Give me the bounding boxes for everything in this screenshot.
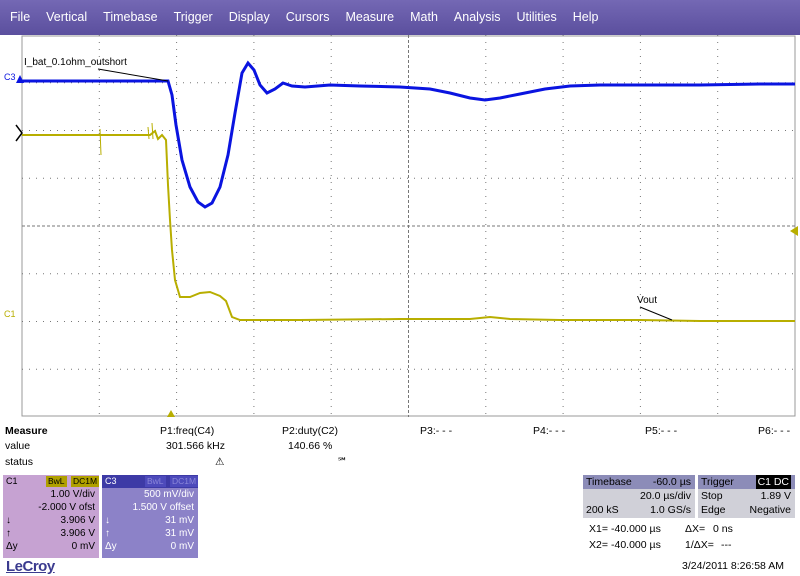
c3-dy-label: Δy	[105, 541, 117, 552]
cursor-x1-label: X1=	[589, 523, 608, 535]
waveform-display[interactable]: I_bat_0.1ohm_outshort Vout C3 C1	[0, 35, 800, 417]
c1-up-label: ↑	[6, 528, 11, 539]
c3-vdiv: 500 mV/div	[143, 489, 194, 500]
menu-trigger[interactable]: Trigger	[166, 0, 221, 35]
channel-c1-box[interactable]: C1 BwL DC1M 1.00 V/div -2.000 V ofst ↓ 3.…	[3, 475, 100, 558]
status-label: status	[5, 456, 34, 468]
c1-coupling-badge: DC1M	[71, 476, 100, 487]
menu-cursors[interactable]: Cursors	[278, 0, 338, 35]
value-label: value	[5, 440, 31, 452]
cursor-x2-label: X2=	[589, 539, 608, 551]
c1-offset: -2.000 V ofst	[38, 502, 95, 513]
measure-p1-status: ⚠	[215, 456, 225, 468]
measure-p6-name[interactable]: P6:- - -	[758, 425, 790, 437]
c1-down-label: ↓	[6, 515, 11, 526]
cursor-dx-label: ΔX=	[685, 523, 706, 535]
measure-status-row: status ⚠ ℠	[0, 456, 800, 471]
c1-dy-label: Δy	[6, 541, 18, 552]
menu-utilities[interactable]: Utilities	[508, 0, 564, 35]
menu-analysis[interactable]: Analysis	[446, 0, 509, 35]
cursor-inv-dx-label: 1/ΔX=	[685, 539, 714, 551]
cursor-x1-value: -40.000 µs	[611, 523, 661, 535]
trigger-time-marker	[167, 410, 175, 417]
vout-label: Vout	[637, 295, 657, 306]
oscilloscope-app: File Vertical Timebase Trigger Display Cursor…	[0, 0, 800, 576]
c3-coupling-badge: DC1M	[170, 476, 199, 487]
trigger-level: 1.89 V	[760, 490, 791, 502]
timebase-tdiv: 20.0 µs/div	[640, 490, 691, 502]
timebase-title: Timebase	[586, 476, 632, 488]
c3-marker: C3	[4, 72, 16, 82]
trigger-level-marker	[790, 226, 798, 236]
c3-up-value: 31 mV	[165, 528, 194, 539]
c1-marker: C1	[4, 309, 16, 319]
c1-up-value: 3.906 V	[60, 528, 95, 539]
graticule	[21, 35, 796, 417]
channel-c3-box[interactable]: C3 BwL DC1M 500 mV/div 1.500 V offset ↓ 3…	[102, 475, 199, 558]
cursor-inv-dx-value: ---	[721, 539, 732, 551]
trigger-box[interactable]: Trigger C1 DC Stop 1.89 V Edge Negative	[698, 475, 795, 518]
trigger-header: Trigger C1 DC	[698, 475, 795, 489]
c1-vdiv: 1.00 V/div	[50, 489, 95, 500]
footer: LeCroy 3/24/2011 8:26:58 AM	[0, 558, 800, 576]
c3-bwl-badge: BwL	[145, 476, 166, 487]
cursor-readout: X1= -40.000 µs ΔX= 0 ns X2= -40.000 µs 1…	[583, 521, 795, 555]
trace-label-leader	[97, 68, 169, 82]
menu-measure[interactable]: Measure	[337, 0, 402, 35]
c1-bwl-badge: BwL	[46, 476, 67, 487]
c3-down-label: ↓	[105, 515, 110, 526]
menu-timebase[interactable]: Timebase	[95, 0, 165, 35]
cursor-dx-value: 0 ns	[713, 523, 733, 535]
menu-vertical[interactable]: Vertical	[38, 0, 95, 35]
c1-header: C1 BwL DC1M	[3, 475, 100, 488]
cursor-x2-value: -40.000 µs	[611, 539, 661, 551]
trigger-title: Trigger	[701, 476, 734, 488]
timebase-box[interactable]: Timebase -60.0 µs 20.0 µs/div 200 kS 1.0…	[583, 475, 695, 518]
measure-table[interactable]: Measure P1:freq(C4) P2:duty(C2) P3:- - - P4…	[0, 425, 800, 473]
measure-p3-name[interactable]: P3:- - -	[420, 425, 452, 437]
menu-bar: File Vertical Timebase Trigger Display Cursor…	[0, 0, 800, 35]
timebase-samples: 200 kS	[586, 504, 619, 516]
trigger-mode: Stop	[701, 490, 723, 502]
vout-label-leader	[639, 306, 673, 321]
trigger-coupling-badge: DC	[771, 475, 791, 489]
timebase-header: Timebase -60.0 µs	[583, 475, 695, 489]
trigger-channel-badge: C1	[755, 475, 773, 489]
c3-dy-value: 0 mV	[170, 541, 194, 552]
trace-label: I_bat_0.1ohm_outshort	[24, 57, 127, 68]
measure-p1-value: 301.566 kHz	[166, 440, 225, 452]
measure-title: Measure	[5, 425, 48, 437]
measure-value-row: value 301.566 kHz 140.66 %	[0, 440, 800, 455]
c3-offset: 1.500 V offset	[132, 502, 194, 513]
c3-ground-marker	[16, 75, 24, 83]
measure-p4-name[interactable]: P4:- - -	[533, 425, 565, 437]
lecroy-logo: LeCroy	[6, 558, 55, 575]
measure-p5-name[interactable]: P5:- - -	[645, 425, 677, 437]
c3-up-label: ↑	[105, 528, 110, 539]
c1-noise	[99, 122, 154, 156]
timebase-rate: 1.0 GS/s	[650, 504, 691, 516]
c3-down-value: 31 mV	[165, 515, 194, 526]
c3-offset-marker	[15, 124, 23, 142]
c1-name: C1	[6, 476, 18, 486]
datetime: 3/24/2011 8:26:58 AM	[682, 560, 784, 572]
menu-display[interactable]: Display	[221, 0, 278, 35]
trigger-type: Edge	[701, 504, 726, 516]
measure-p2-name[interactable]: P2:duty(C2)	[282, 425, 338, 437]
measure-header-row: Measure P1:freq(C4) P2:duty(C2) P3:- - - P4…	[0, 425, 800, 440]
menu-file[interactable]: File	[2, 0, 38, 35]
measure-p1-name[interactable]: P1:freq(C4)	[160, 425, 214, 437]
c3-name: C3	[105, 476, 117, 486]
measure-p2-status: ℠	[337, 456, 348, 468]
timebase-delay: -60.0 µs	[652, 476, 691, 488]
c3-header: C3 BwL DC1M	[102, 475, 199, 488]
menu-help[interactable]: Help	[565, 0, 607, 35]
c1-down-value: 3.906 V	[60, 515, 95, 526]
waveform-svg: I_bat_0.1ohm_outshort Vout C3 C1	[4, 35, 798, 417]
trigger-slope: Negative	[749, 504, 791, 516]
menu-math[interactable]: Math	[402, 0, 446, 35]
measure-p2-value: 140.66 %	[288, 440, 333, 452]
c1-dy-value: 0 mV	[71, 541, 95, 552]
